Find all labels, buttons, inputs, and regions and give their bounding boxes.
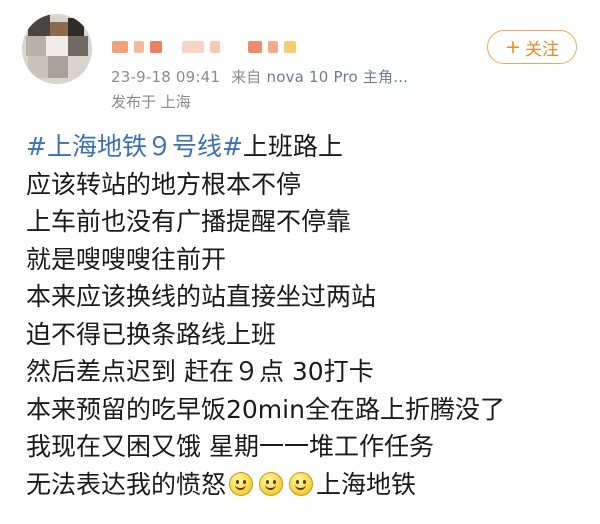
content-line: 无法表达我的愤怒 上海地铁 — [26, 466, 586, 504]
content-text: 上海地铁 — [316, 469, 417, 499]
content-line: 本来应该换线的站直接坐过两站 — [26, 282, 377, 311]
post-timestamp: 23-9-18 09:41 — [111, 68, 221, 86]
content-line: 迫不得已换条路线上班 — [26, 319, 277, 349]
content-line: 本来预留的吃早饭20min全在路上折腾没了 — [26, 394, 505, 424]
weibo-post: 23-9-18 09:41 来自 nova 10 Pro 主角... 发布于 上… — [0, 0, 600, 524]
content-line: 就是嗖嗖嗖往前开 — [26, 244, 227, 274]
post-location: 发布于 上海 — [111, 93, 191, 111]
post-meta: 23-9-18 09:41 来自 nova 10 Pro 主角... — [111, 66, 408, 87]
content-line: 我现在又困又饿 星期一一堆工作任务 — [26, 432, 434, 461]
follow-button[interactable]: + 关注 — [487, 30, 577, 64]
content-line: 上车前也没有广播提醒不停靠 — [26, 207, 352, 236]
avatar[interactable] — [22, 14, 92, 84]
content-text: 无法表达我的愤怒 — [26, 469, 227, 499]
content-line: #上海地铁９号线#上班路上 — [26, 128, 586, 166]
post-device[interactable]: nova 10 Pro 主角... — [266, 68, 408, 86]
content-text: 上班路上 — [242, 132, 343, 161]
plus-icon: + — [505, 35, 521, 58]
smile-emoji-icon — [259, 471, 284, 496]
smile-emoji-icon — [289, 471, 314, 496]
post-content: #上海地铁９号线#上班路上 应该转站的地方根本不停 上车前也没有广播提醒不停靠 … — [26, 128, 586, 503]
smile-emoji-icon — [229, 471, 254, 496]
username-redacted[interactable] — [112, 40, 296, 54]
follow-label: 关注 — [524, 39, 559, 60]
topic-link[interactable]: #上海地铁９号线# — [26, 132, 243, 161]
content-line: 应该转站的地方根本不停 — [26, 169, 302, 199]
content-line: 然后差点迟到 赶在９点 30打卡 — [26, 357, 374, 386]
source-prefix: 来自 — [231, 68, 262, 86]
